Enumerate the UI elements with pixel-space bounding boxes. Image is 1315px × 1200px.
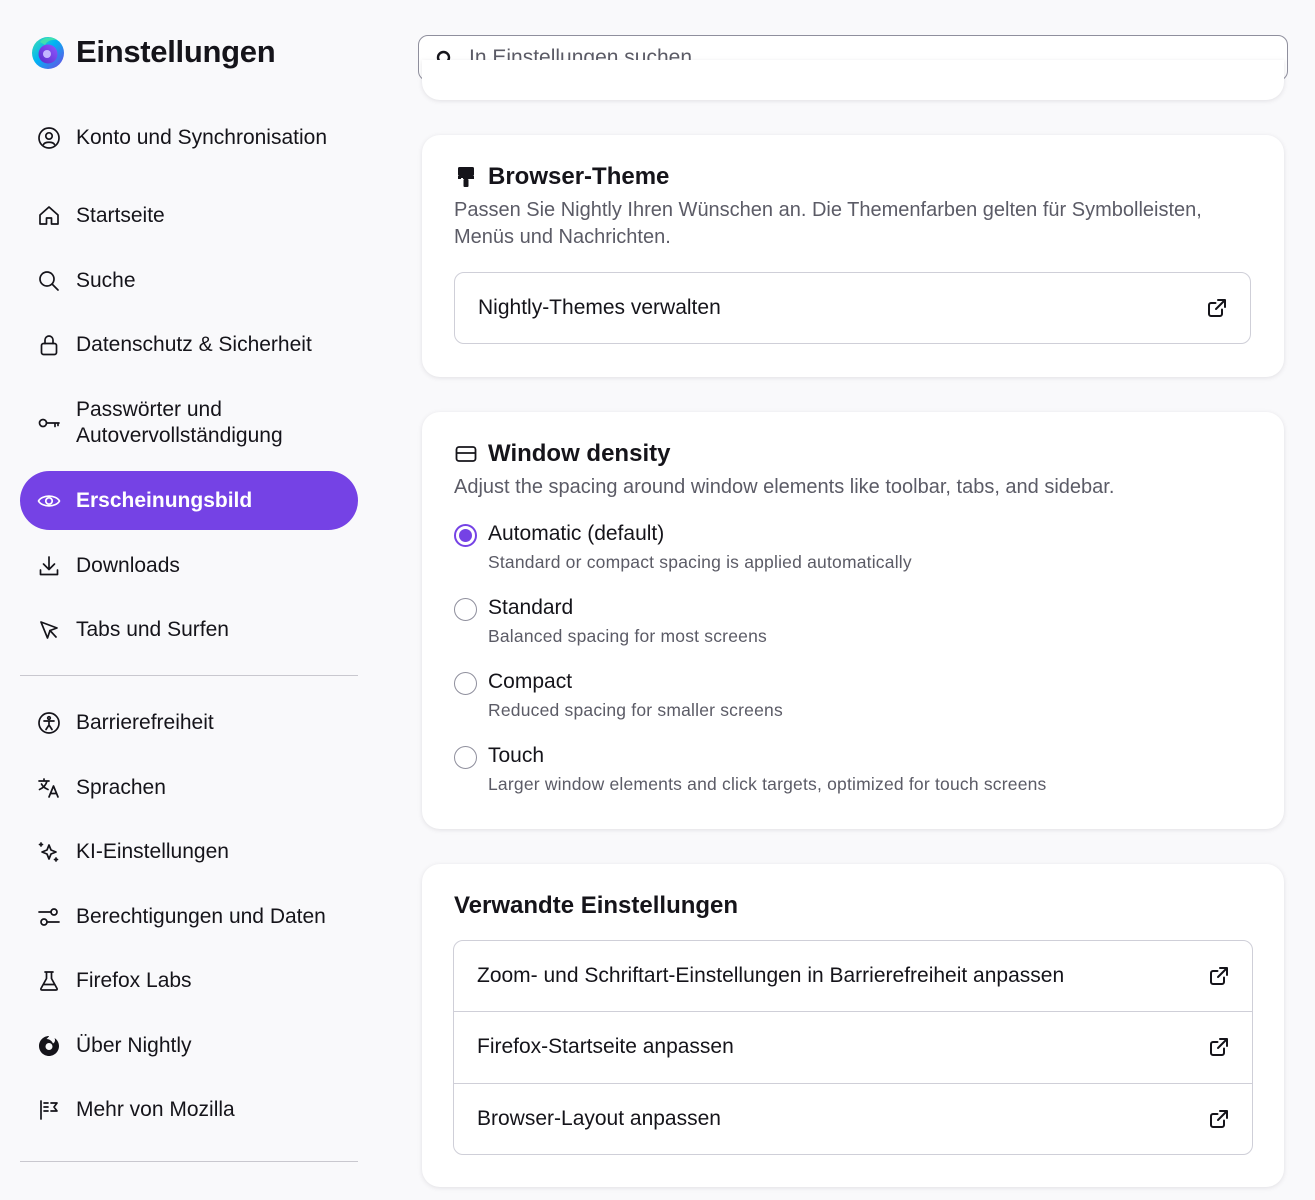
previous-card-edge	[422, 60, 1284, 100]
sidebar-item-languages[interactable]: Sprachen	[20, 759, 358, 817]
nightly-icon	[36, 1033, 62, 1059]
eye-icon	[36, 488, 62, 514]
cursor-icon	[36, 617, 62, 643]
sidebar-divider	[20, 675, 358, 676]
radio-label: Compact	[488, 670, 573, 693]
home-icon	[36, 203, 62, 229]
related-settings-list: Zoom- und Schriftart-Einstellungen in Ba…	[453, 940, 1253, 1155]
related-link-zoom-fonts[interactable]: Zoom- und Schriftart-Einstellungen in Ba…	[454, 941, 1252, 1013]
browser-theme-header: Browser-Theme	[454, 163, 669, 191]
window-icon	[454, 442, 478, 466]
sidebar-item-about[interactable]: Über Nightly	[20, 1017, 358, 1075]
lock-icon	[36, 332, 62, 358]
radio-label: Touch	[488, 744, 545, 767]
external-link-icon	[1208, 965, 1230, 987]
window-density-description: Adjust the spacing around window element…	[454, 476, 1115, 498]
sidebar-item-label: Barrierefreiheit	[76, 711, 214, 734]
permissions-icon	[36, 904, 62, 930]
account-icon	[36, 125, 62, 151]
radio-description: Balanced spacing for most screens	[488, 626, 767, 646]
external-link-icon	[1206, 297, 1228, 319]
related-link-label: Zoom- und Schriftart-Einstellungen in Ba…	[477, 964, 1065, 987]
sidebar-item-downloads[interactable]: Downloads	[20, 537, 358, 595]
sidebar-item-label: Tabs und Surfen	[76, 618, 229, 641]
key-icon	[36, 410, 62, 436]
sidebar-divider	[20, 1161, 358, 1162]
sidebar-item-label: Suche	[76, 269, 136, 292]
browser-theme-card: Browser-Theme Passen Sie Nightly Ihren W…	[422, 135, 1284, 377]
radio-label: Automatic (default)	[488, 522, 665, 545]
browser-theme-description: Passen Sie Nightly Ihren Wünschen an. Di…	[454, 199, 1202, 248]
density-option-standard[interactable]: Standard Balanced spacing for most scree…	[454, 596, 1244, 652]
sidebar-item-accessibility[interactable]: Barrierefreiheit	[20, 694, 358, 752]
translate-icon	[36, 775, 62, 801]
mozilla-icon	[36, 1097, 62, 1123]
sidebar-item-label: KI-Einstellungen	[76, 840, 229, 863]
related-link-home[interactable]: Firefox-Startseite anpassen	[454, 1012, 1252, 1084]
manage-themes-button[interactable]: Nightly-Themes verwalten	[454, 272, 1251, 344]
radio-label: Standard	[488, 596, 574, 619]
sidebar-item-labs[interactable]: Firefox Labs	[20, 952, 358, 1010]
related-link-label: Firefox-Startseite anpassen	[477, 1035, 734, 1059]
external-link-icon	[1208, 1108, 1230, 1130]
sidebar-item-ai[interactable]: KI-Einstellungen	[20, 823, 358, 881]
radio-description: Standard or compact spacing is applied a…	[488, 552, 912, 572]
search-icon	[36, 268, 62, 294]
sidebar-item-account[interactable]: Konto und Synchronisation	[20, 108, 358, 168]
paintbrush-icon	[454, 165, 478, 189]
sidebar-item-privacy[interactable]: Datenschutz & Sicherheit	[20, 316, 358, 374]
density-option-compact[interactable]: Compact Reduced spacing for smaller scre…	[454, 670, 1244, 726]
sidebar-item-label: Über Nightly	[76, 1034, 192, 1057]
sidebar-item-label: Erscheinungsbild	[76, 488, 253, 512]
sidebar-item-label: Passwörter und Autovervollständigung	[76, 398, 283, 447]
related-link-label: Browser-Layout anpassen	[477, 1106, 721, 1130]
radio-compact[interactable]	[454, 672, 477, 695]
sidebar-item-permissions[interactable]: Berechtigungen und Daten	[20, 888, 358, 946]
related-settings-title: Verwandte Einstellungen	[454, 892, 739, 919]
sidebar-item-label: Berechtigungen und Daten	[76, 905, 326, 928]
sidebar-item-label: Startseite	[76, 204, 165, 227]
flask-icon	[36, 968, 62, 994]
sidebar-item-appearance[interactable]: Erscheinungsbild	[20, 471, 358, 530]
sidebar: Einstellungen Konto und Synchronisation …	[0, 0, 380, 1200]
accessibility-icon	[36, 710, 62, 736]
radio-description: Larger window elements and click targets…	[488, 774, 1047, 794]
radio-touch[interactable]	[454, 746, 477, 769]
sidebar-item-search[interactable]: Suche	[20, 252, 358, 310]
related-settings-card: Verwandte Einstellungen Zoom- und Schrif…	[422, 864, 1284, 1187]
brand: Einstellungen	[30, 34, 276, 70]
page-title: Einstellungen	[76, 34, 276, 69]
sidebar-item-label: Downloads	[76, 554, 180, 577]
nightly-logo-icon	[32, 37, 64, 69]
window-density-header: Window density	[454, 440, 670, 468]
sidebar-item-label: Sprachen	[76, 776, 166, 799]
sidebar-item-label: Firefox Labs	[76, 969, 192, 992]
manage-themes-label: Nightly-Themes verwalten	[478, 296, 721, 319]
sidebar-item-label: Mehr von Mozilla	[76, 1098, 235, 1121]
browser-theme-title: Browser-Theme	[488, 163, 670, 190]
sidebar-item-tabs[interactable]: Tabs und Surfen	[20, 601, 358, 659]
sidebar-item-label: Konto und Synchronisation	[76, 126, 328, 149]
window-density-card: Window density Adjust the spacing around…	[422, 412, 1284, 829]
density-option-touch[interactable]: Touch Larger window elements and click t…	[454, 744, 1244, 800]
download-icon	[36, 553, 62, 579]
external-link-icon	[1208, 1036, 1230, 1058]
density-option-automatic[interactable]: Automatic (default) Standard or compact …	[454, 522, 1244, 578]
window-density-title: Window density	[488, 440, 671, 467]
radio-automatic[interactable]	[454, 524, 477, 547]
sidebar-item-home[interactable]: Startseite	[20, 187, 358, 245]
radio-description: Reduced spacing for smaller screens	[488, 700, 783, 720]
sidebar-item-mozilla[interactable]: Mehr von Mozilla	[20, 1081, 358, 1139]
sidebar-item-label: Datenschutz & Sicherheit	[76, 333, 312, 356]
related-link-layout[interactable]: Browser-Layout anpassen	[454, 1084, 1252, 1154]
sparkle-icon	[36, 839, 62, 865]
radio-standard[interactable]	[454, 598, 477, 621]
sidebar-item-passwords[interactable]: Passwörter und Autovervollständigung	[20, 393, 358, 453]
